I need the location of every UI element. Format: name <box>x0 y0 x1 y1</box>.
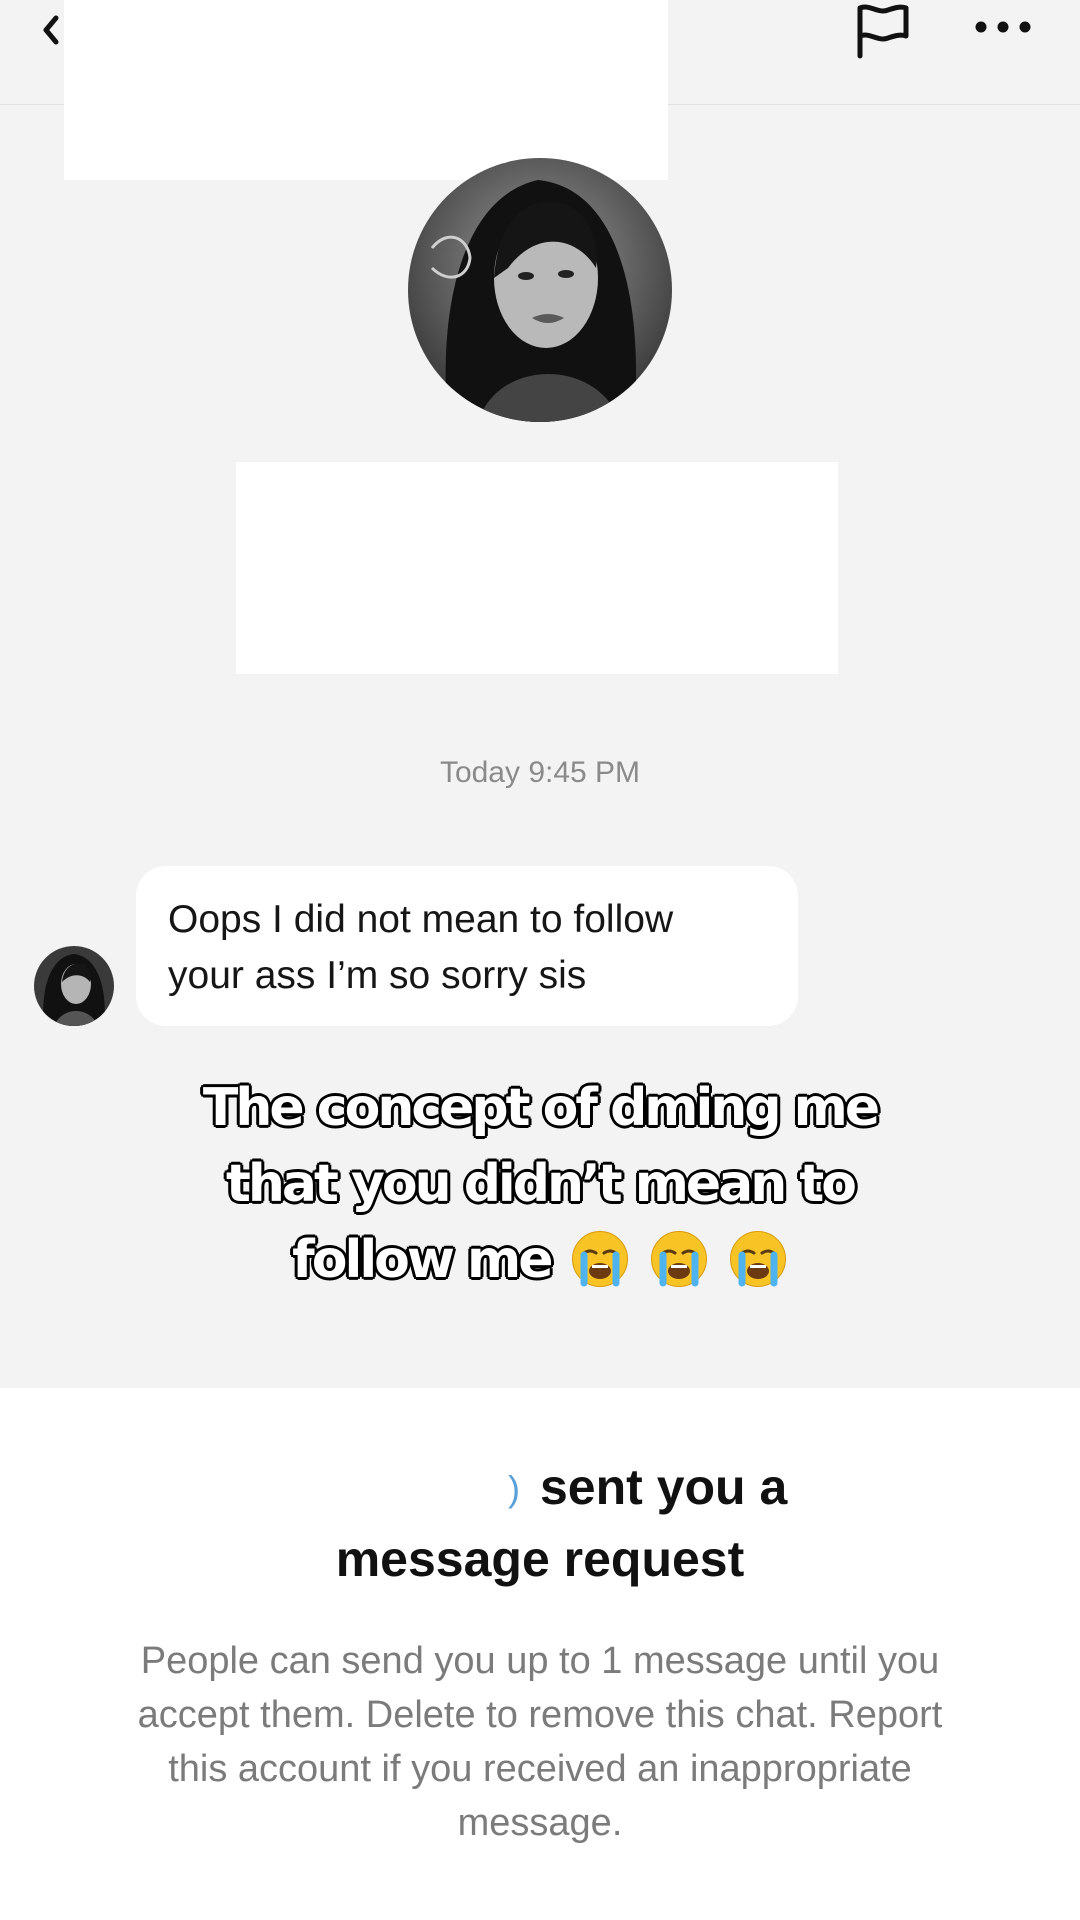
more-horizontal-icon <box>975 21 1031 33</box>
message-bubble[interactable]: Oops I did not mean to follow your ass I… <box>136 866 798 1026</box>
sender-avatar[interactable] <box>34 946 114 1026</box>
request-description-line: message. <box>457 1802 623 1844</box>
report-button[interactable] <box>852 2 912 60</box>
loudly-crying-face-icon <box>649 1229 709 1310</box>
loudly-crying-face-icon <box>728 1229 788 1310</box>
flag-icon <box>857 4 909 59</box>
request-title-line: sent you a <box>540 1459 788 1515</box>
redacted-sender-name-fragment: ) <box>508 1468 520 1509</box>
loudly-crying-face-icon <box>570 1229 630 1310</box>
more-options-button[interactable] <box>972 12 1034 42</box>
message-text-line: your ass I’m so sorry sis <box>168 954 587 997</box>
request-description-line: People can send you up to 1 message unti… <box>140 1640 940 1682</box>
redacted-username-block <box>64 0 668 180</box>
message-text-line: Oops I did not mean to follow <box>168 898 674 941</box>
caption-line-with-emoji: follow me <box>60 1222 1020 1310</box>
request-title-line: message request <box>335 1531 745 1587</box>
sender-photo <box>34 946 114 1026</box>
message-timestamp: Today 9:45 PM <box>439 756 641 789</box>
profile-avatar[interactable] <box>408 158 672 422</box>
overlay-caption: The concept of dming me that you didn’t … <box>60 1070 1020 1310</box>
request-description-line: this account if you received an inapprop… <box>168 1748 912 1790</box>
profile-photo <box>408 158 672 422</box>
redacted-profile-info-block <box>236 462 838 674</box>
caption-line: that you didn’t mean to <box>225 1153 858 1215</box>
caption-line: The concept of dming me <box>202 1077 881 1139</box>
request-description: People can send you up to 1 message unti… <box>60 1634 1020 1850</box>
caption-line: follow me <box>291 1229 554 1291</box>
message-request-panel: ) sent you a message request People can … <box>0 1388 1080 1920</box>
request-description-line: accept them. Delete to remove this chat.… <box>137 1694 943 1736</box>
